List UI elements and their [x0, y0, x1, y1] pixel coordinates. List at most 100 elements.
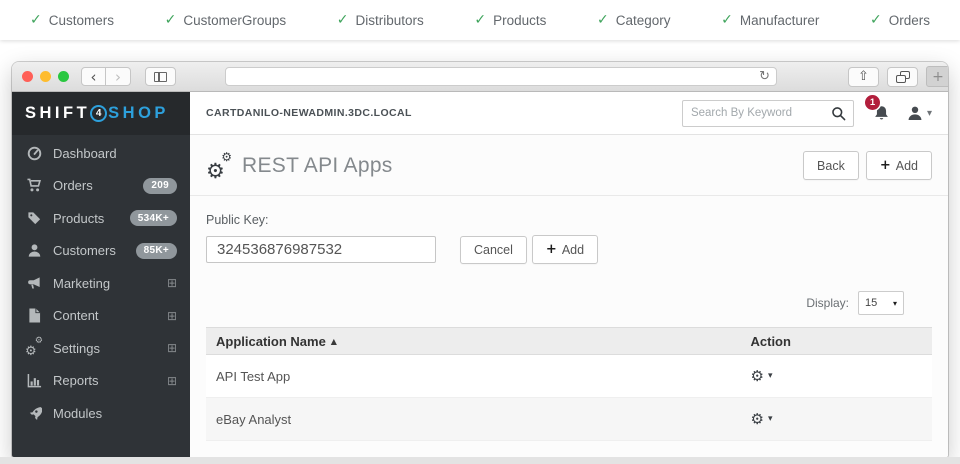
notifications-button[interactable]: 1	[873, 105, 890, 122]
zoom-window-button[interactable]	[58, 71, 69, 82]
user-avatar-icon	[907, 105, 923, 121]
share-button[interactable]: ⇧	[848, 67, 879, 87]
status-item-customers[interactable]: ✓ Customers	[30, 12, 114, 28]
app-name: API Test App	[206, 369, 751, 384]
public-key-input[interactable]	[206, 236, 436, 263]
expand-icon[interactable]: ⊞	[167, 309, 177, 323]
page-body: Public Key: Cancel +Add Display: 15 ▾	[190, 196, 948, 457]
check-icon: ✓	[30, 12, 42, 28]
sidebar-item-label: Marketing	[53, 276, 110, 291]
logo-four-circle: 4	[90, 105, 107, 122]
user-menu-button[interactable]: ▾	[907, 105, 932, 121]
sidebar-item-content[interactable]: Content ⊞	[12, 300, 190, 333]
orders-count-badge: 209	[143, 178, 177, 194]
sidebar-item-products[interactable]: Products 534K+	[12, 202, 190, 235]
sidebar-item-label: Modules	[53, 406, 102, 421]
address-bar[interactable]: ↻	[225, 67, 777, 86]
page-content: ⚙⚙ REST API Apps Back +Add Public Key: C…	[190, 135, 948, 457]
sidebar-item-label: Content	[53, 308, 99, 323]
check-icon: ✓	[870, 12, 882, 28]
sidebar-toggle-button[interactable]	[145, 67, 176, 86]
sidebar-item-customers[interactable]: Customers 85K+	[12, 235, 190, 268]
apps-table: Application Name ▲ Action API Test App ⚙…	[206, 327, 932, 441]
gears-title-icon: ⚙⚙	[206, 153, 235, 179]
table-row: API Test App ⚙ ▾	[206, 355, 932, 398]
status-strip: ✓ Customers ✓ CustomerGroups ✓Distributors…	[0, 0, 960, 40]
browser-chrome: ‹ › ↻ ⇧ +	[12, 62, 948, 92]
status-label: Customers	[49, 13, 114, 28]
row-action-menu[interactable]: ⚙ ▾	[751, 369, 933, 384]
chevron-down-icon: ▾	[768, 371, 773, 381]
share-icon: ⇧	[858, 69, 869, 84]
expand-icon[interactable]: ⊞	[167, 374, 177, 388]
sidebar-item-marketing[interactable]: Marketing ⊞	[12, 267, 190, 300]
browser-back-button[interactable]: ‹	[81, 67, 106, 86]
status-item-manufacturer[interactable]: ✓Manufacturer	[721, 12, 819, 28]
search-input[interactable]	[683, 107, 831, 119]
products-count-badge: 534K+	[130, 210, 177, 226]
gear-icon: ⚙	[751, 412, 764, 427]
keyword-search	[682, 100, 854, 127]
column-application-name[interactable]: Application Name ▲	[206, 334, 751, 349]
new-tab-button[interactable]: +	[926, 66, 948, 87]
sidebar-item-label: Settings	[53, 341, 100, 356]
chevron-down-icon: ▾	[927, 108, 932, 119]
sidebar-item-modules[interactable]: Modules	[12, 397, 190, 430]
cancel-button[interactable]: Cancel	[460, 236, 527, 264]
search-icon[interactable]	[831, 106, 853, 121]
status-label: Products	[493, 13, 546, 28]
sidebar-item-label: Reports	[53, 373, 99, 388]
table-row: eBay Analyst ⚙ ▾	[206, 398, 932, 441]
user-icon	[25, 243, 43, 258]
window-controls	[22, 71, 69, 82]
back-button[interactable]: Back	[803, 151, 859, 180]
shift4shop-logo[interactable]: SHIFT 4 SHOP	[12, 92, 190, 135]
form-add-button[interactable]: +Add	[532, 235, 598, 264]
page-header: ⚙⚙ REST API Apps Back +Add	[190, 135, 948, 196]
expand-icon[interactable]: ⊞	[167, 341, 177, 355]
topbar-right: 1 ▾	[682, 100, 932, 127]
check-icon: ✓	[597, 12, 609, 28]
minimize-window-button[interactable]	[40, 71, 51, 82]
gear-icon: ⚙	[751, 369, 764, 384]
dashboard-icon	[25, 146, 43, 161]
logo-text-shop: SHOP	[108, 104, 169, 123]
column-action: Action	[751, 334, 933, 349]
desktop-bottom-strip	[0, 457, 960, 464]
browser-forward-button[interactable]: ›	[106, 67, 131, 86]
status-item-products[interactable]: ✓Products	[474, 12, 546, 28]
status-item-category[interactable]: ✓Category	[597, 12, 671, 28]
sidebar-item-reports[interactable]: Reports ⊞	[12, 365, 190, 398]
status-item-customergroups[interactable]: ✓ CustomerGroups	[165, 12, 287, 28]
sidebar-item-dashboard[interactable]: Dashboard	[12, 137, 190, 170]
status-item-distributors[interactable]: ✓Distributors	[337, 12, 424, 28]
sidebar-item-settings[interactable]: ⚙⚙ Settings ⊞	[12, 332, 190, 365]
display-select[interactable]: 15 ▾	[858, 291, 904, 315]
document-icon	[25, 308, 43, 323]
close-window-button[interactable]	[22, 71, 33, 82]
row-action-menu[interactable]: ⚙ ▾	[751, 412, 933, 427]
chevron-down-icon: ▾	[893, 299, 897, 308]
sort-asc-icon: ▲	[331, 337, 337, 346]
sidebar-item-orders[interactable]: Orders 209	[12, 170, 190, 203]
tab-overview-button[interactable]	[887, 67, 918, 87]
store-domain: CARTDANILO-NEWADMIN.3DC.LOCAL	[206, 107, 412, 119]
browser-window: ‹ › ↻ ⇧ + SHIFT 4 SHOP	[12, 62, 948, 457]
refresh-icon[interactable]: ↻	[759, 69, 770, 84]
page-title: REST API Apps	[242, 154, 393, 178]
expand-icon[interactable]: ⊞	[167, 276, 177, 290]
sidebar-item-label: Orders	[53, 178, 93, 193]
add-button[interactable]: +Add	[866, 151, 932, 180]
check-icon: ✓	[165, 12, 177, 28]
notification-count-badge: 1	[865, 95, 880, 110]
screen: ✓ Customers ✓ CustomerGroups ✓Distributors…	[0, 0, 960, 464]
address-input[interactable]	[226, 68, 776, 85]
status-item-orders[interactable]: ✓Orders	[870, 12, 930, 28]
status-label: CustomerGroups	[183, 13, 286, 28]
customers-count-badge: 85K+	[136, 243, 177, 259]
header-actions: Back +Add	[803, 151, 932, 180]
public-key-row: Cancel +Add	[206, 235, 932, 264]
check-icon: ✓	[337, 12, 349, 28]
tabs-icon	[896, 71, 910, 83]
admin-app: SHIFT 4 SHOP Dashboard	[12, 92, 948, 457]
